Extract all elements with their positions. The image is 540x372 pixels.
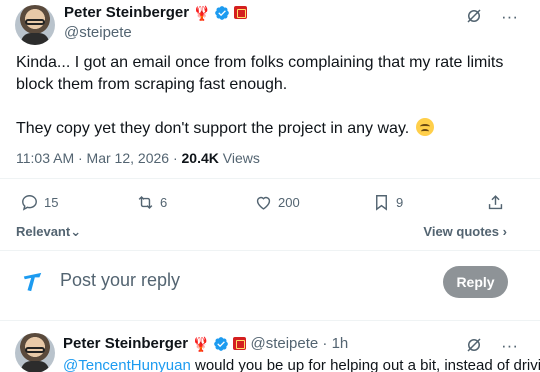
reply-body: would you be up for helping out a bit, i… — [190, 357, 540, 372]
reply-icon — [22, 195, 37, 211]
reply-header-actions: ··· — [465, 336, 518, 354]
sort-replies-dropdown[interactable]: Relevant⌄ — [16, 224, 81, 240]
more-icon[interactable]: ··· — [501, 8, 518, 25]
chevron-right-icon: › — [502, 224, 507, 239]
bookmark-button[interactable]: 9 — [372, 193, 403, 212]
reply-submit-button[interactable]: Reply — [443, 266, 508, 298]
tweet-header-actions: ··· — [465, 7, 518, 25]
author-handle[interactable]: @steipete — [64, 24, 132, 41]
disappointed-face-icon — [415, 118, 434, 136]
like-icon — [256, 196, 271, 210]
author-avatar[interactable] — [15, 5, 55, 45]
reply-button[interactable]: 15 — [20, 193, 58, 212]
share-button[interactable] — [486, 193, 505, 212]
sort-replies-label: Relevant — [16, 224, 71, 239]
repost-button[interactable]: 6 — [136, 193, 167, 212]
like-count: 200 — [278, 195, 300, 210]
views-label: Views — [218, 150, 260, 166]
divider — [0, 250, 540, 251]
compose-icon — [23, 272, 42, 292]
divider — [0, 320, 540, 321]
author-name-row: Peter Steinberger 🦞 — [64, 4, 248, 21]
red-flag-icon — [233, 337, 247, 350]
verified-badge-icon — [214, 336, 229, 351]
mention-link[interactable]: @TencentHunyuan — [63, 357, 191, 372]
lobster-emoji-icon: 🦞 — [193, 4, 211, 21]
reply-count: 15 — [44, 195, 59, 210]
tweet-text-paragraph-2-text: They copy yet they don't support the pro… — [16, 120, 410, 137]
reply-text: @TencentHunyuan would you be up for help… — [63, 357, 540, 372]
bookmark-count: 9 — [396, 195, 404, 210]
view-quotes-link[interactable]: View quotes › — [423, 224, 507, 239]
like-button[interactable]: 200 — [254, 193, 300, 212]
grok-icon[interactable] — [465, 7, 483, 25]
tweet-text-paragraph-1: Kinda... I got an email once from folks … — [16, 54, 504, 93]
reply-author-name[interactable]: Peter Steinberger — [63, 335, 188, 352]
views-count: 20.4K — [181, 150, 219, 166]
reply-handle-time[interactable]: @steipete · 1h — [250, 335, 348, 352]
tweet-timestamp[interactable]: 11:03 AM · Mar 12, 2026 · — [16, 150, 182, 166]
red-flag-icon — [234, 6, 248, 19]
tweet-meta: 11:03 AM · Mar 12, 2026 · 20.4K Views — [16, 150, 260, 166]
share-icon — [488, 195, 503, 210]
chevron-down-icon: ⌄ — [70, 224, 82, 239]
repost-count: 6 — [160, 195, 168, 210]
author-name[interactable]: Peter Steinberger — [64, 4, 189, 21]
divider — [0, 178, 540, 179]
view-quotes-label: View quotes — [423, 224, 500, 239]
post-reply-input[interactable] — [60, 270, 410, 291]
bookmark-icon — [376, 195, 387, 211]
more-icon[interactable]: ··· — [501, 337, 518, 354]
reply-author-avatar[interactable] — [15, 333, 55, 372]
reply-author-name-row: Peter Steinberger 🦞 @steipete · 1h — [63, 335, 348, 352]
engagement-bar: 15 6 200 9 — [16, 193, 510, 217]
grok-icon[interactable] — [465, 336, 483, 354]
lobster-emoji-icon: 🦞 — [192, 335, 210, 352]
tweet-text-paragraph-2: They copy yet they don't support the pro… — [16, 118, 516, 140]
tweet-text: Kinda... I got an email once from folks … — [16, 52, 516, 140]
repost-icon — [138, 195, 153, 210]
verified-badge-icon — [215, 5, 230, 20]
